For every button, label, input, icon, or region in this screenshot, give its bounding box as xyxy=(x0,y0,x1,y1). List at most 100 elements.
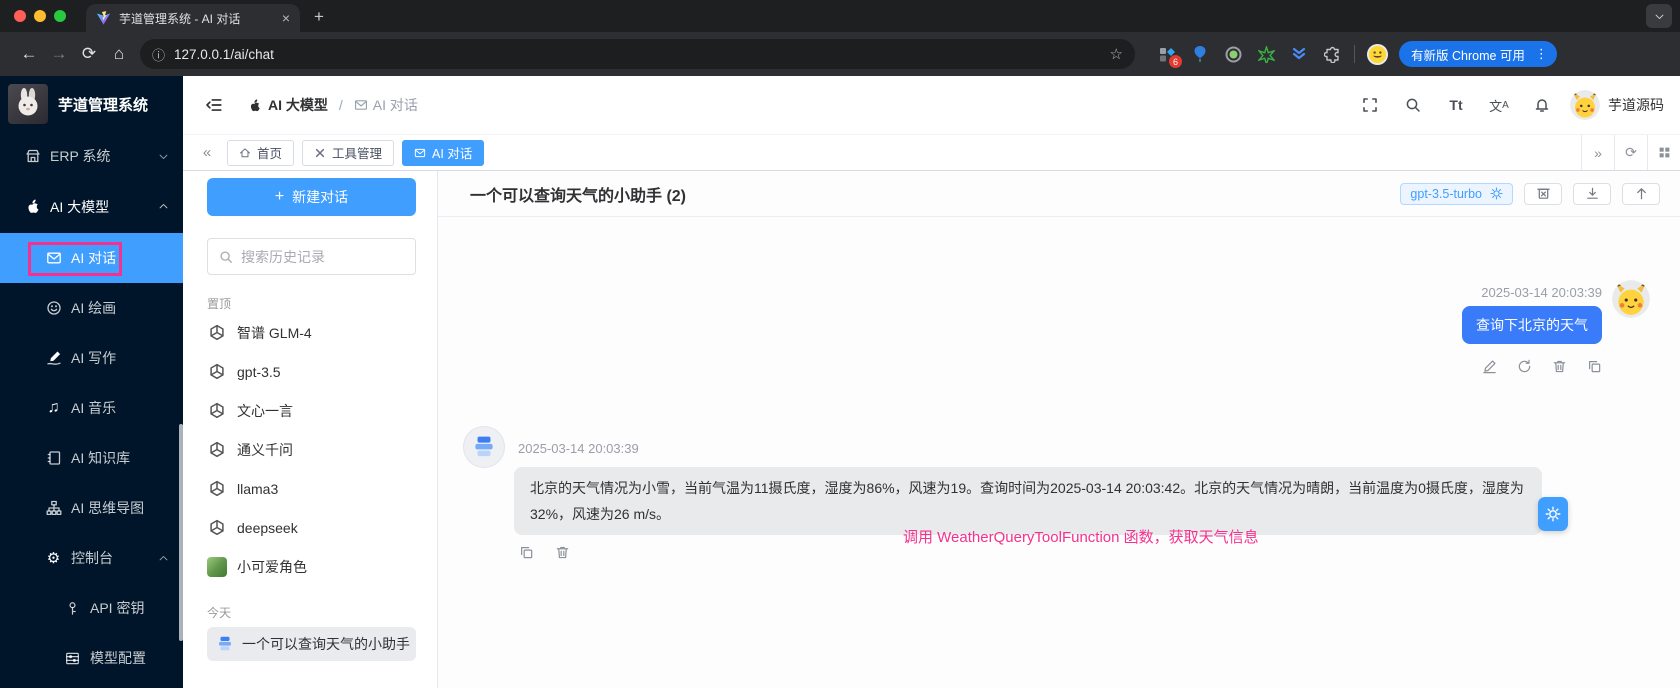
gear-icon[interactable] xyxy=(1490,187,1503,200)
layers-icon xyxy=(216,635,234,653)
new-conversation-button[interactable]: + 新建对话 xyxy=(207,178,416,216)
tab-ai-chat[interactable]: AI 对话 xyxy=(402,139,485,166)
sitemap-icon xyxy=(45,500,62,517)
site-info-icon[interactable]: ⓘ xyxy=(152,45,165,64)
chrome-menu-dots-icon[interactable]: ⋮ xyxy=(1532,46,1551,62)
tab-home[interactable]: 首页 xyxy=(227,139,295,166)
tags-layout-grid-icon[interactable] xyxy=(1647,135,1680,170)
tab-close-icon[interactable]: × xyxy=(282,11,290,25)
sidebar-item-ai-writing[interactable]: AI 写作 xyxy=(0,333,183,383)
browser-titlebar: 芋道管理系统 - AI 对话 × + xyxy=(0,0,1680,32)
sidebar-item-api-keys[interactable]: API 密钥 xyxy=(0,583,183,633)
user-avatar[interactable] xyxy=(1570,90,1600,120)
sidebar-item-ai-chat[interactable]: AI 对话 xyxy=(0,233,183,283)
traffic-lights xyxy=(14,10,66,22)
copy-icon[interactable] xyxy=(518,544,534,560)
conversation-item[interactable]: 文心一言 xyxy=(207,391,416,430)
browser-tab[interactable]: 芋道管理系统 - AI 对话 × xyxy=(86,4,300,32)
breadcrumb-parent[interactable]: AI 大模型 xyxy=(247,95,328,115)
model-name: gpt-3.5-turbo xyxy=(1410,186,1482,201)
close-window-button[interactable] xyxy=(14,10,26,22)
bell-icon[interactable] xyxy=(1530,93,1554,117)
message-area: 2025-03-14 20:03:39 查询下北京的天气 2025-03-14 … xyxy=(438,217,1680,688)
extension-chevrons-icon[interactable] xyxy=(1289,44,1309,64)
extension-record-icon[interactable] xyxy=(1223,44,1243,64)
conversation-item[interactable]: 通义千问 xyxy=(207,430,416,469)
assistant-message-bubble: 北京的天气情况为小雪，当前气温为11摄氏度，湿度为86%，风速为19。查询时间为… xyxy=(514,467,1542,535)
sidebar-item-model-config[interactable]: 模型配置 xyxy=(0,633,183,683)
sidebar-item-ai-models[interactable]: AI 大模型 xyxy=(0,180,183,233)
app-logo-row: 芋道管理系统 xyxy=(0,76,183,132)
conversation-item-active[interactable]: 一个可以查询天气的小助手 xyxy=(207,627,416,661)
forward-button[interactable]: → xyxy=(44,39,74,69)
delete-icon[interactable] xyxy=(554,544,570,560)
sidebar-scrollbar[interactable] xyxy=(179,424,183,641)
tags-refresh-icon[interactable]: ⟳ xyxy=(1614,135,1647,170)
pinned-section-label: 置顶 xyxy=(207,297,232,311)
profile-avatar[interactable] xyxy=(1365,42,1389,66)
mail-icon xyxy=(414,147,426,159)
tab-label: 工具管理 xyxy=(332,147,383,161)
chat-header: 一个可以查询天气的小助手 (2) gpt-3.5-turbo xyxy=(438,171,1680,217)
username[interactable]: 芋道源码 xyxy=(1608,95,1664,115)
chat-settings-floating-button[interactable] xyxy=(1538,497,1568,531)
regenerate-icon[interactable] xyxy=(1516,358,1532,374)
delete-icon[interactable] xyxy=(1551,358,1567,374)
sidebar-item-console[interactable]: ⚙ 控制台 xyxy=(0,533,183,583)
reload-button[interactable]: ⟳ xyxy=(74,39,104,69)
openai-logo-icon xyxy=(207,323,227,343)
extension-wallet-icon[interactable]: 6 xyxy=(1157,44,1182,68)
extension-balloon-icon[interactable] xyxy=(1190,44,1210,64)
tab-tool-management[interactable]: 工具管理 xyxy=(302,139,395,166)
new-tab-button[interactable]: + xyxy=(314,7,324,27)
conversation-item[interactable]: gpt-3.5 xyxy=(207,352,416,391)
browser-toolbar: ← → ⟳ ⌂ ⓘ 127.0.0.1/ai/chat ☆ 6 有新版 Chro… xyxy=(0,32,1680,76)
bookmark-star-icon[interactable]: ☆ xyxy=(1110,45,1123,63)
pen-book-icon xyxy=(45,350,62,367)
conversation-item[interactable]: llama3 xyxy=(207,469,416,508)
font-size-icon[interactable]: Tt xyxy=(1444,93,1468,117)
conversation-item[interactable]: 智谱 GLM-4 xyxy=(207,313,416,352)
maximize-window-button[interactable] xyxy=(54,10,66,22)
model-selector[interactable]: gpt-3.5-turbo xyxy=(1400,182,1513,205)
openai-logo-icon xyxy=(207,401,227,421)
scroll-top-button[interactable] xyxy=(1622,182,1660,205)
breadcrumb-parent-label: AI 大模型 xyxy=(268,97,328,113)
assistant-message-time: 2025-03-14 20:03:39 xyxy=(518,441,639,456)
back-button[interactable]: ← xyxy=(14,39,44,69)
edit-icon[interactable] xyxy=(1481,358,1497,374)
sidebar-item-ai-draw[interactable]: AI 绘画 xyxy=(0,283,183,333)
extensions-row: 6 xyxy=(1157,44,1342,68)
url-text[interactable]: 127.0.0.1/ai/chat xyxy=(174,47,1101,62)
gear-icon: ⚙ xyxy=(46,550,61,567)
clear-conversation-button[interactable] xyxy=(1524,182,1562,205)
apple-icon xyxy=(24,198,41,215)
tags-scroll-left-icon[interactable]: « xyxy=(195,144,219,161)
copy-icon[interactable] xyxy=(1586,358,1602,374)
translate-icon[interactable]: 文A xyxy=(1487,93,1511,117)
fullscreen-icon[interactable] xyxy=(1358,93,1382,117)
extension-star-icon[interactable] xyxy=(1256,44,1276,64)
menu-fold-icon[interactable] xyxy=(203,94,225,116)
extensions-puzzle-icon[interactable] xyxy=(1322,44,1342,64)
conversation-item[interactable]: deepseek xyxy=(207,508,416,547)
tags-scroll-right-icon[interactable]: » xyxy=(1581,135,1614,170)
toolbar-separator xyxy=(1354,45,1355,63)
sidebar-item-label: 控制台 xyxy=(71,550,113,566)
minimize-window-button[interactable] xyxy=(34,10,46,22)
sidebar-item-ai-music[interactable]: ♫ AI 音乐 xyxy=(0,383,183,433)
conversation-item[interactable]: 小可爱角色 xyxy=(207,547,416,586)
sidebar-item-erp[interactable]: ERP 系统 xyxy=(0,132,183,180)
pinned-conversation-list: 智谱 GLM-4 gpt-3.5 文心一言 通义千问 llama3 deepse… xyxy=(207,313,416,586)
key-icon xyxy=(64,600,81,617)
address-bar[interactable]: ⓘ 127.0.0.1/ai/chat ☆ xyxy=(140,39,1135,69)
download-button[interactable] xyxy=(1573,182,1611,205)
sidebar-item-ai-knowledge[interactable]: AI 知识库 xyxy=(0,433,183,483)
home-button[interactable]: ⌂ xyxy=(104,39,134,69)
tab-search-chevron-button[interactable] xyxy=(1646,4,1672,28)
history-search-input[interactable] xyxy=(241,248,404,265)
sidebar-item-ai-mindmap[interactable]: AI 思维导图 xyxy=(0,483,183,533)
chrome-update-button[interactable]: 有新版 Chrome 可用 ⋮ xyxy=(1399,41,1557,67)
search-icon[interactable] xyxy=(1401,93,1425,117)
history-search-box[interactable] xyxy=(207,238,416,275)
